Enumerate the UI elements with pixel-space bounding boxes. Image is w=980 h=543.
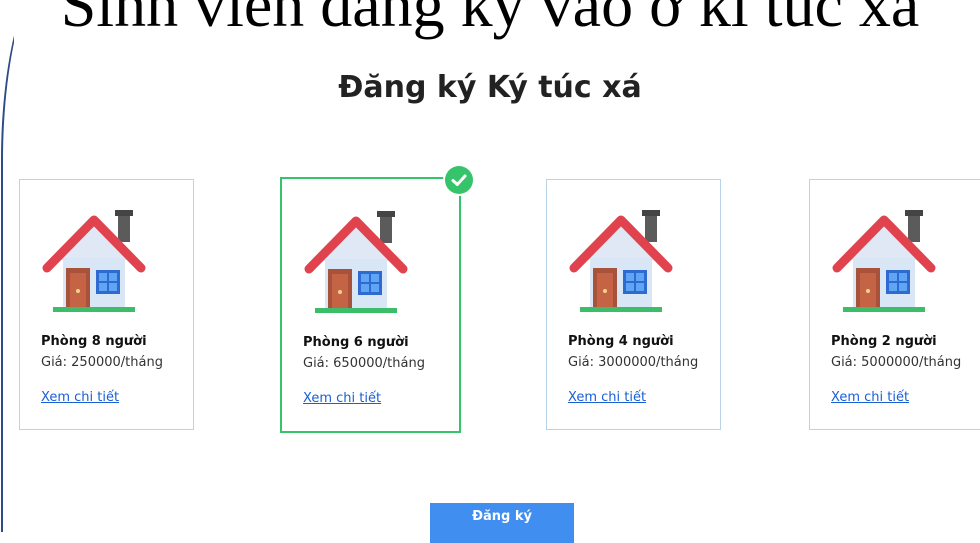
view-details-link[interactable]: Xem chi tiết xyxy=(41,390,119,405)
slide-title: Sinh viên đăng ký vào ở kí túc xá xyxy=(60,0,920,40)
house-icon xyxy=(42,210,146,312)
register-button[interactable]: Đăng ký xyxy=(430,503,574,543)
page-title: Đăng ký Ký túc xá xyxy=(338,70,642,105)
room-name: Phòng 4 người xyxy=(568,334,674,349)
room-price: Giá: 650000/tháng xyxy=(303,356,425,371)
view-details-link[interactable]: Xem chi tiết xyxy=(303,391,381,406)
room-card-4[interactable]: Phòng 4 người Giá: 3000000/tháng Xem chi… xyxy=(546,179,721,430)
room-card-8[interactable]: Phòng 8 người Giá: 250000/tháng Xem chi … xyxy=(19,179,194,430)
house-icon xyxy=(569,210,673,312)
room-name: Phòng 6 người xyxy=(303,335,409,350)
house-icon xyxy=(304,211,408,313)
room-name: Phòng 2 người xyxy=(831,334,937,349)
check-circle-icon xyxy=(445,166,473,194)
room-card-6[interactable]: Phòng 6 người Giá: 650000/tháng Xem chi … xyxy=(280,166,473,433)
view-details-link[interactable]: Xem chi tiết xyxy=(831,390,909,405)
room-price: Giá: 3000000/tháng xyxy=(568,355,699,370)
house-icon xyxy=(832,210,936,312)
room-price: Giá: 5000000/tháng xyxy=(831,355,962,370)
room-price: Giá: 250000/tháng xyxy=(41,355,163,370)
room-card-2[interactable]: Phòng 2 người Giá: 5000000/tháng Xem chi… xyxy=(809,179,980,430)
room-name: Phòng 8 người xyxy=(41,334,147,349)
view-details-link[interactable]: Xem chi tiết xyxy=(568,390,646,405)
